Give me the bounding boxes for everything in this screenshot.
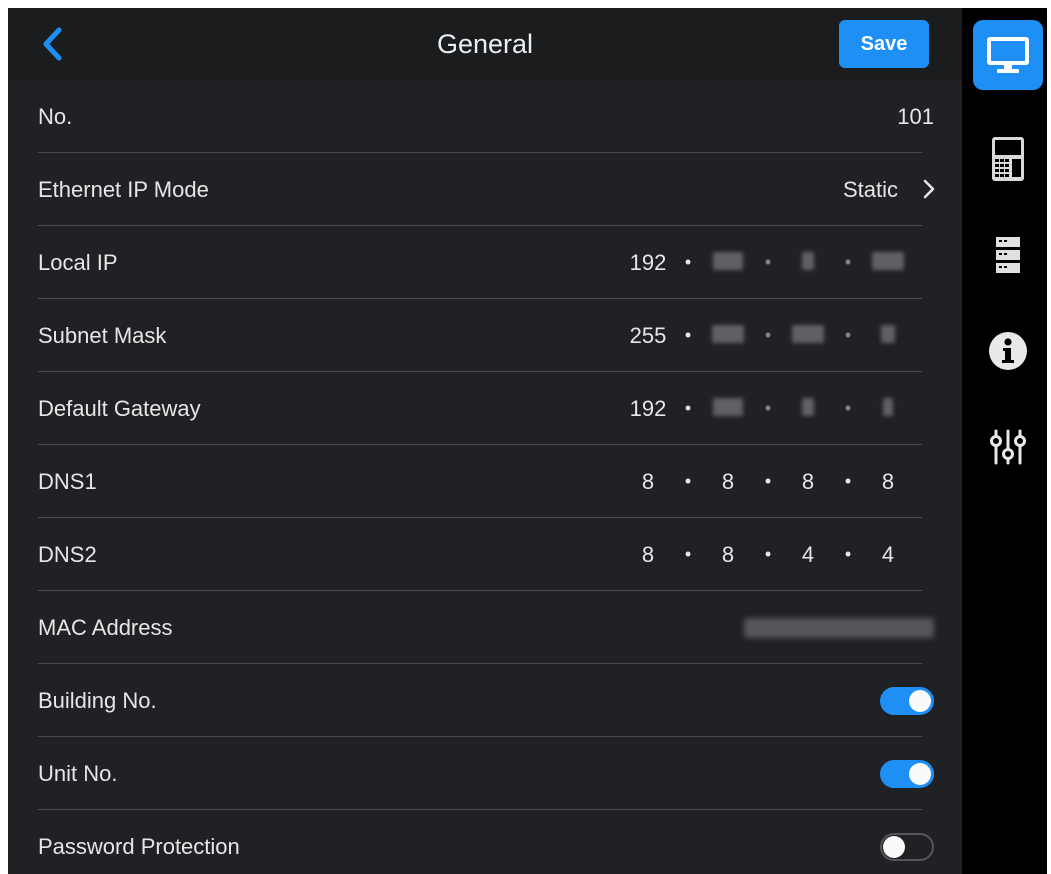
dns2-field[interactable]: 8 • 8 • 4 • 4 bbox=[628, 518, 908, 591]
ip-octet-redacted[interactable] bbox=[868, 250, 908, 276]
server-icon bbox=[996, 237, 1020, 273]
ip-octet[interactable]: 8 bbox=[628, 542, 668, 568]
ip-separator: • bbox=[684, 471, 692, 491]
ip-separator: • bbox=[844, 252, 852, 272]
toggle-knob bbox=[909, 690, 931, 712]
nav-display[interactable] bbox=[973, 20, 1043, 90]
row-dns2: DNS2 8 • 8 • 4 • 4 bbox=[8, 518, 962, 591]
dns1-label: DNS1 bbox=[38, 469, 97, 494]
mac-address-redacted bbox=[744, 618, 934, 638]
sliders-icon bbox=[990, 429, 1026, 465]
header-bar: General Save bbox=[8, 8, 962, 80]
ip-octet-redacted[interactable] bbox=[788, 396, 828, 422]
building-no-toggle[interactable] bbox=[880, 687, 934, 715]
toggle-knob bbox=[883, 836, 905, 858]
building-no-label: Building No. bbox=[38, 688, 157, 713]
nav-info[interactable] bbox=[973, 316, 1043, 386]
monitor-icon bbox=[987, 37, 1029, 73]
ip-separator: • bbox=[684, 252, 692, 272]
row-building-no: Building No. bbox=[8, 664, 962, 737]
ip-octet[interactable]: 192 bbox=[628, 250, 668, 276]
ip-separator: • bbox=[764, 325, 772, 345]
ip-octet[interactable]: 4 bbox=[868, 542, 908, 568]
subnet-mask-label: Subnet Mask bbox=[38, 323, 167, 348]
ip-octet[interactable]: 192 bbox=[628, 396, 668, 422]
ip-separator: • bbox=[764, 471, 772, 491]
ip-octet[interactable]: 8 bbox=[628, 469, 668, 495]
ip-separator: • bbox=[764, 398, 772, 418]
ip-octet[interactable]: 8 bbox=[788, 469, 828, 495]
page-title: General bbox=[436, 29, 534, 59]
local-ip-label: Local IP bbox=[38, 250, 118, 275]
ip-octet-redacted[interactable] bbox=[708, 396, 748, 422]
nav-device[interactable] bbox=[973, 124, 1043, 194]
row-subnet-mask: Subnet Mask 255 • • • bbox=[8, 299, 962, 372]
nav-server[interactable] bbox=[973, 220, 1043, 290]
number-value: 101 bbox=[897, 104, 934, 129]
general-settings-panel: General Save No. 101 Ethernet IP Mode St… bbox=[8, 8, 962, 874]
save-button[interactable]: Save bbox=[839, 20, 929, 68]
ip-octet-redacted[interactable] bbox=[708, 323, 748, 349]
ip-octet-redacted[interactable] bbox=[868, 323, 908, 349]
unit-no-toggle[interactable] bbox=[880, 760, 934, 788]
row-local-ip: Local IP 192 • • • bbox=[8, 226, 962, 299]
side-navigation-rail bbox=[962, 8, 1047, 874]
device-panel-icon bbox=[992, 137, 1024, 181]
info-icon bbox=[989, 332, 1027, 370]
dns1-field[interactable]: 8 • 8 • 8 • 8 bbox=[628, 445, 908, 518]
nav-settings[interactable] bbox=[973, 412, 1043, 482]
local-ip-field[interactable]: 192 • • • bbox=[628, 226, 908, 299]
unit-no-label: Unit No. bbox=[38, 761, 118, 786]
ip-octet-redacted[interactable] bbox=[868, 396, 908, 422]
ip-octet[interactable]: 8 bbox=[868, 469, 908, 495]
row-mac-address: MAC Address bbox=[8, 591, 962, 664]
row-ip-mode[interactable]: Ethernet IP Mode Static bbox=[8, 153, 962, 226]
dns2-label: DNS2 bbox=[38, 542, 97, 567]
number-label: No. bbox=[38, 104, 73, 129]
ip-separator: • bbox=[684, 544, 692, 564]
row-number: No. 101 bbox=[8, 80, 962, 153]
ip-octet[interactable]: 8 bbox=[708, 469, 748, 495]
device-settings-screen: General Save No. 101 Ethernet IP Mode St… bbox=[8, 8, 1047, 874]
mac-address-label: MAC Address bbox=[38, 615, 173, 640]
ip-octet[interactable]: 255 bbox=[628, 323, 668, 349]
gateway-field[interactable]: 192 • • • bbox=[628, 372, 908, 445]
row-gateway: Default Gateway 192 • • • bbox=[8, 372, 962, 445]
ip-separator: • bbox=[844, 544, 852, 564]
password-protection-label: Password Protection bbox=[38, 834, 240, 859]
ip-separator: • bbox=[844, 471, 852, 491]
ip-separator: • bbox=[684, 325, 692, 345]
ip-octet-redacted[interactable] bbox=[788, 250, 828, 276]
chevron-left-icon bbox=[43, 27, 62, 61]
ip-separator: • bbox=[844, 325, 852, 345]
row-unit-no: Unit No. bbox=[8, 737, 962, 810]
ip-octet[interactable]: 8 bbox=[708, 542, 748, 568]
row-dns1: DNS1 8 • 8 • 8 • 8 bbox=[8, 445, 962, 518]
ip-mode-value: Static bbox=[842, 177, 898, 202]
password-protection-toggle[interactable] bbox=[880, 833, 934, 861]
ip-octet[interactable]: 4 bbox=[788, 542, 828, 568]
chevron-right-icon bbox=[923, 179, 935, 199]
row-password-protection: Password Protection bbox=[8, 810, 962, 874]
ip-octet-redacted[interactable] bbox=[708, 250, 748, 276]
ip-separator: • bbox=[764, 544, 772, 564]
ip-separator: • bbox=[764, 252, 772, 272]
ip-octet-redacted[interactable] bbox=[788, 323, 828, 349]
ip-separator: • bbox=[684, 398, 692, 418]
back-button[interactable] bbox=[38, 26, 68, 62]
gateway-label: Default Gateway bbox=[38, 396, 201, 421]
toggle-knob bbox=[909, 763, 931, 785]
ip-mode-label: Ethernet IP Mode bbox=[38, 177, 209, 202]
subnet-mask-field[interactable]: 255 • • • bbox=[628, 299, 908, 372]
ip-separator: • bbox=[844, 398, 852, 418]
